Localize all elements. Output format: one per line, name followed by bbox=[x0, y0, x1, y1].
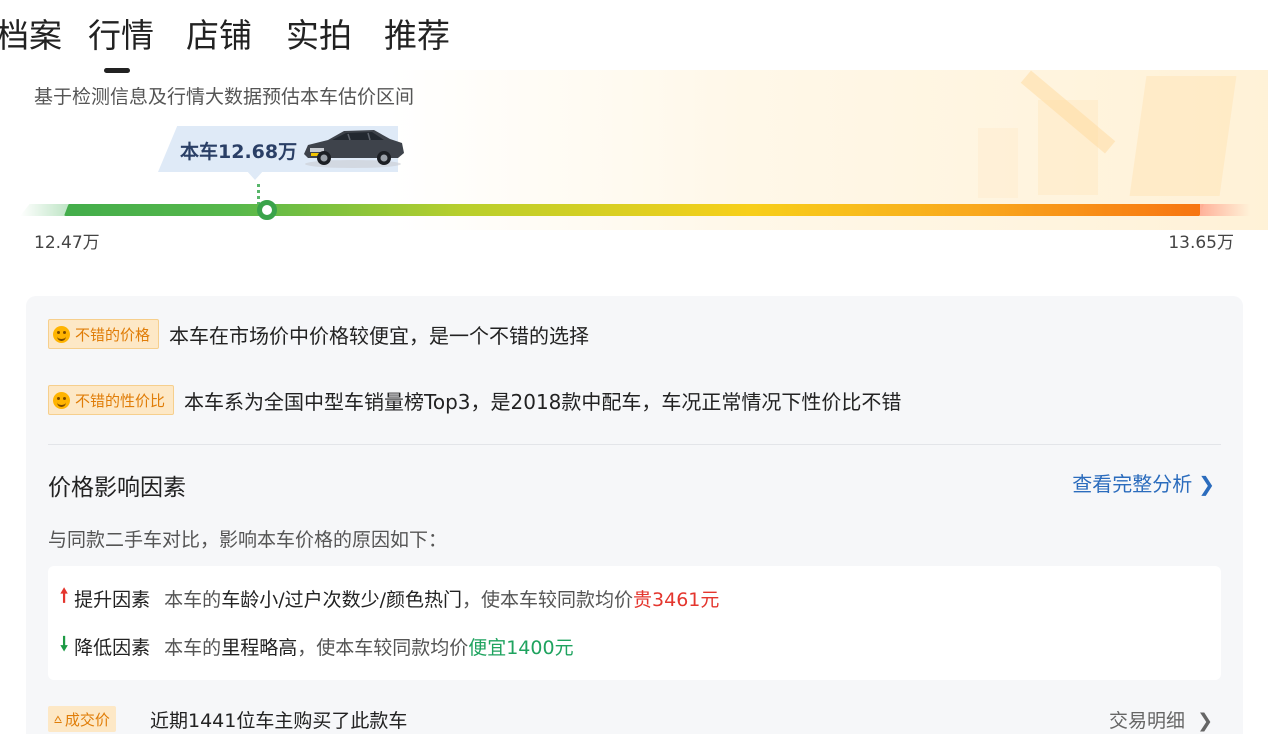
evaluation-badge: 不错的价格 bbox=[48, 319, 160, 349]
evaluation-badge: 不错的性价比 bbox=[48, 385, 175, 415]
arrow-up-icon: 🠕 bbox=[60, 585, 69, 607]
factor-up-items: 车龄小/过户次数少/颜色热门 bbox=[221, 588, 462, 611]
deal-text: 近期1441位车主购买了此款车 bbox=[150, 710, 408, 732]
smile-icon bbox=[53, 391, 70, 409]
evaluation-row: 不错的价格 本车在市场价中价格较便宜，是一个不错的选择 bbox=[48, 318, 589, 350]
price-estimate-section: 基于检测信息及行情大数据预估本车估价区间 本车12.68万 12.47万 13.… bbox=[0, 70, 1268, 270]
factor-down-value: 便宜1400元 bbox=[468, 636, 574, 659]
evaluation-text: 本车系为全国中型车销量榜Top3，是2018款中配车，车况正常情况下性价比不错 bbox=[184, 389, 902, 414]
deal-row: ⩟ 成交价 近期1441位车主购买了此款车 交易明细 ❯ bbox=[48, 704, 1221, 734]
car-icon bbox=[304, 130, 404, 168]
price-factors-title: 价格影响因素 bbox=[48, 475, 186, 501]
chevron-right-icon: ❯ bbox=[1197, 710, 1213, 732]
transaction-details-label: 交易明细 bbox=[1109, 710, 1186, 732]
current-price-label: 本车12.68万 bbox=[180, 141, 298, 163]
chevron-right-icon: ❯ bbox=[1198, 472, 1215, 496]
factor-up-suffix: ，使本车较同款均价 bbox=[462, 588, 634, 611]
bubble-pointer bbox=[246, 170, 264, 180]
deal-badge-label: 成交价 bbox=[64, 710, 110, 729]
evaluation-text: 本车在市场价中价格较便宜，是一个不错的选择 bbox=[169, 323, 590, 348]
factor-up-prefix: 本车的 bbox=[164, 588, 222, 611]
factor-up-label: 提升因素 bbox=[74, 588, 151, 611]
bar-right-fade bbox=[1200, 204, 1250, 216]
price-factors-subtitle: 与同款二手车对比，影响本车价格的原因如下： bbox=[48, 529, 448, 551]
factor-down-suffix: ，使本车较同款均价 bbox=[297, 636, 469, 659]
estimate-description: 基于检测信息及行情大数据预估本车估价区间 bbox=[34, 86, 415, 108]
deal-badge: ⩟ 成交价 bbox=[48, 706, 116, 732]
factor-up-row: 🠕 提升因素 本车的 车龄小/过户次数少/颜色热门 ，使本车较同款均价 贵346… bbox=[60, 583, 719, 613]
factor-down-items: 里程略高 bbox=[221, 636, 298, 659]
view-full-analysis-label: 查看完整分析 bbox=[1072, 472, 1193, 496]
factor-down-label: 降低因素 bbox=[74, 636, 151, 659]
factor-card: 🠕 提升因素 本车的 车龄小/过户次数少/颜色热门 ，使本车较同款均价 贵346… bbox=[48, 566, 1221, 680]
factor-down-prefix: 本车的 bbox=[164, 636, 222, 659]
arrow-down-icon: 🠗 bbox=[60, 633, 69, 655]
price-gradient-bar bbox=[64, 204, 1204, 216]
evaluation-badge-label: 不错的价格 bbox=[75, 325, 151, 344]
evaluation-badge-label: 不错的性价比 bbox=[75, 391, 166, 410]
tab-photos[interactable]: 实拍 bbox=[286, 14, 352, 58]
price-range-bar bbox=[20, 200, 1250, 220]
range-min-label: 12.47万 bbox=[34, 233, 100, 253]
decor-shape bbox=[1129, 76, 1237, 196]
decor-shape bbox=[978, 128, 1018, 198]
factor-up-value: 贵3461元 bbox=[633, 588, 720, 611]
marker-guide-line bbox=[257, 184, 260, 204]
tag-icon: ⩟ bbox=[54, 711, 62, 727]
factor-down-row: 🠗 降低因素 本车的 里程略高 ，使本车较同款均价 便宜1400元 bbox=[60, 631, 574, 661]
view-full-analysis-link[interactable]: 查看完整分析 ❯ bbox=[1072, 468, 1215, 497]
divider bbox=[48, 444, 1221, 445]
tab-market[interactable]: 行情 bbox=[88, 14, 154, 58]
tab-archive[interactable]: 档案 bbox=[0, 14, 62, 58]
current-price-marker bbox=[256, 200, 277, 220]
tab-recommend[interactable]: 推荐 bbox=[384, 14, 450, 58]
tab-store[interactable]: 店铺 bbox=[186, 14, 252, 58]
transaction-details-link[interactable]: 交易明细 ❯ bbox=[1109, 706, 1213, 733]
evaluation-row: 不错的性价比 本车系为全国中型车销量榜Top3，是2018款中配车，车况正常情况… bbox=[48, 384, 901, 416]
bar-left-fade bbox=[20, 204, 68, 216]
smile-icon bbox=[53, 325, 70, 343]
analysis-panel: 不错的价格 本车在市场价中价格较便宜，是一个不错的选择 不错的性价比 本车系为全… bbox=[26, 296, 1243, 734]
range-max-label: 13.65万 bbox=[1168, 233, 1234, 253]
